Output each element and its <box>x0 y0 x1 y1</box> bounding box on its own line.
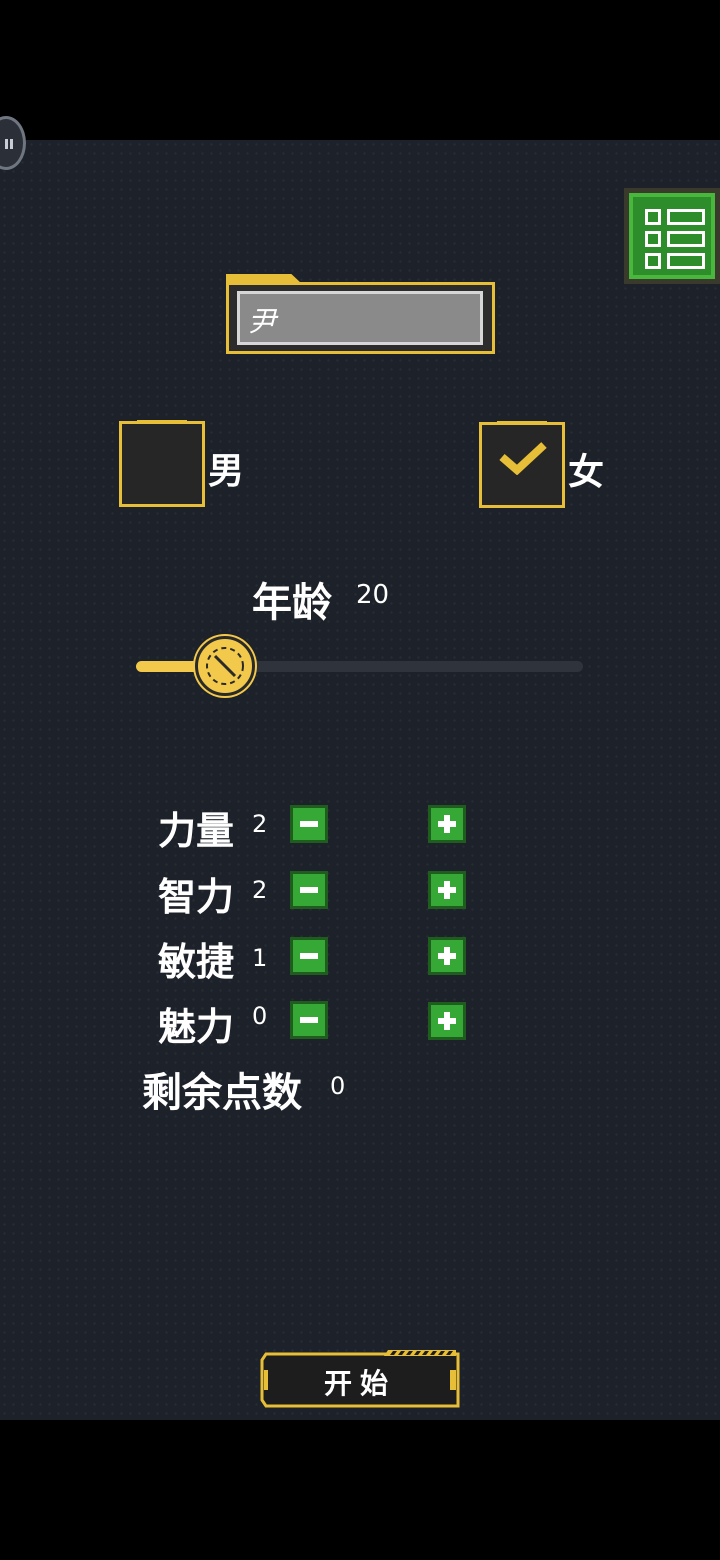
start-button[interactable]: 开始 <box>260 1350 460 1410</box>
game-screen: 尹 男 女 年龄 20 力量 2 智力 2 敏捷 1 魅力 0 剩余点数 0 开… <box>0 0 720 1560</box>
check-icon <box>499 442 547 475</box>
age-value: 20 <box>356 580 390 610</box>
minus-icon <box>300 821 318 827</box>
intelligence-minus-button[interactable] <box>290 871 328 909</box>
slider-knob-icon[interactable] <box>195 636 255 696</box>
male-label: 男 <box>208 451 245 492</box>
start-button-label: 开始 <box>323 1367 396 1400</box>
charm-plus-button[interactable] <box>428 1002 466 1040</box>
remaining-points-value: 0 <box>330 1072 346 1100</box>
stat-label-intelligence: 智力 <box>158 875 235 919</box>
menu-button[interactable] <box>624 188 720 284</box>
strength-plus-button[interactable] <box>428 805 466 843</box>
strength-minus-button[interactable] <box>290 805 328 843</box>
charm-minus-button[interactable] <box>290 1001 328 1039</box>
female-checkbox[interactable] <box>479 422 565 508</box>
minus-icon <box>300 1017 318 1023</box>
stat-value-agility: 1 <box>252 944 268 972</box>
stat-label-agility: 敏捷 <box>158 940 235 984</box>
agility-minus-button[interactable] <box>290 937 328 975</box>
name-frame: 尹 <box>226 282 495 354</box>
stat-value-strength: 2 <box>252 810 268 838</box>
stat-label-charm: 魅力 <box>158 1005 235 1049</box>
minus-icon <box>300 887 318 893</box>
female-label: 女 <box>568 452 605 493</box>
minus-icon <box>300 953 318 959</box>
intelligence-plus-button[interactable] <box>428 871 466 909</box>
age-label: 年龄 <box>252 580 332 626</box>
male-checkbox[interactable] <box>119 421 205 507</box>
stat-value-charm: 0 <box>252 1002 268 1030</box>
stat-label-strength: 力量 <box>158 809 235 853</box>
name-input[interactable]: 尹 <box>237 291 483 345</box>
remaining-points-label: 剩余点数 <box>142 1070 302 1116</box>
agility-plus-button[interactable] <box>428 937 466 975</box>
stat-value-intelligence: 2 <box>252 876 268 904</box>
